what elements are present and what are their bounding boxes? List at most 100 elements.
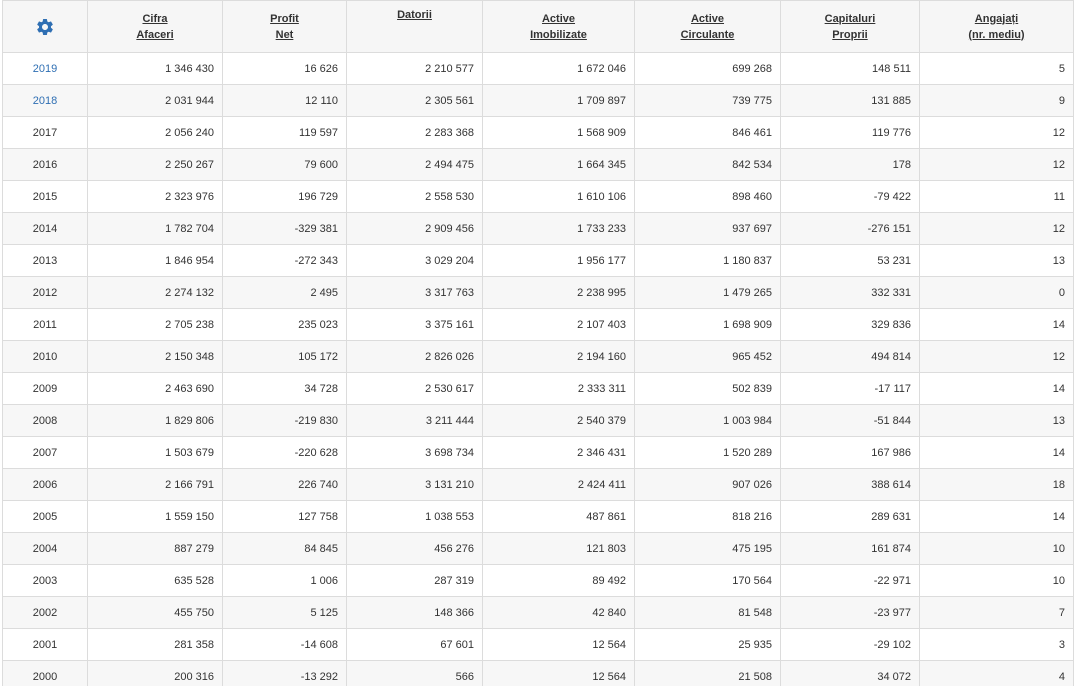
cell-angajati: 12 [919,212,1074,245]
col-header-active-imobilizate[interactable]: Active Imobilizate [482,0,635,53]
table-row: 2002 455 750 5 125 148 366 42 840 81 548 -23 9… [2,596,1074,629]
cell-datorii: 1 038 553 [346,500,483,533]
cell-datorii: 2 909 456 [346,212,483,245]
cell-capitaluri-proprii: 119 776 [780,116,920,149]
cell-active-imobilizate: 2 346 431 [482,436,635,469]
col-header-datorii[interactable]: Datorii [346,0,483,53]
cell-capitaluri-proprii: 34 072 [780,660,920,686]
col-header-line1[interactable]: Active [487,11,630,27]
cell-profit-net: -14 608 [222,628,347,661]
cell-profit-net: 235 023 [222,308,347,341]
col-header-line1[interactable]: Angajați [924,11,1069,27]
cell-active-circulante: 739 775 [634,84,781,117]
cell-cifra-afaceri: 2 250 267 [87,148,223,181]
table-row: 2018 2 031 944 12 110 2 305 561 1 709 897 739… [2,84,1074,117]
cell-datorii: 3 698 734 [346,436,483,469]
col-header-line2[interactable]: Afaceri [92,27,218,43]
cell-active-imobilizate: 2 107 403 [482,308,635,341]
cell-datorii: 3 211 444 [346,404,483,437]
cell-active-imobilizate: 89 492 [482,564,635,597]
cell-datorii: 456 276 [346,532,483,565]
col-header-cifra-afaceri[interactable]: Cifra Afaceri [87,0,223,53]
table-header: Cifra Afaceri Profit Net Datorii Active … [2,0,1074,53]
col-header-line1[interactable]: Active [639,11,776,27]
cell-profit-net: 84 845 [222,532,347,565]
table-row: 2000 200 316 -13 292 566 12 564 21 508 34 072 4 [2,660,1074,686]
table-row: 2017 2 056 240 119 597 2 283 368 1 568 909 84… [2,116,1074,149]
table-row: 2006 2 166 791 226 740 3 131 210 2 424 411 90… [2,468,1074,501]
cell-profit-net: 12 110 [222,84,347,117]
year-link[interactable]: 2019 [2,52,88,85]
cell-angajati: 10 [919,532,1074,565]
col-header-line2[interactable]: Circulante [639,27,776,43]
col-header-active-circulante[interactable]: Active Circulante [634,0,781,53]
year-cell: 2001 [2,628,88,661]
col-header-line1[interactable]: Capitaluri [785,11,915,27]
year-cell: 2016 [2,148,88,181]
col-header-line2[interactable]: Proprii [785,27,915,43]
cell-cifra-afaceri: 455 750 [87,596,223,629]
table-row: 2001 281 358 -14 608 67 601 12 564 25 935 -29 … [2,628,1074,661]
cell-active-circulante: 475 195 [634,532,781,565]
cell-capitaluri-proprii: 53 231 [780,244,920,277]
col-header-line2[interactable]: (nr. mediu) [924,27,1069,43]
cell-active-imobilizate: 121 803 [482,532,635,565]
col-header-line1[interactable]: Cifra [92,11,218,27]
col-header-line2[interactable]: Net [227,27,342,43]
col-header-line1[interactable]: Profit [227,11,342,27]
cell-angajati: 4 [919,660,1074,686]
cell-active-circulante: 502 839 [634,372,781,405]
cell-active-circulante: 842 534 [634,148,781,181]
col-header-profit-net[interactable]: Profit Net [222,0,347,53]
cell-datorii: 2 826 026 [346,340,483,373]
cell-active-imobilizate: 42 840 [482,596,635,629]
cell-cifra-afaceri: 635 528 [87,564,223,597]
cell-capitaluri-proprii: -23 977 [780,596,920,629]
cell-angajati: 12 [919,340,1074,373]
cell-capitaluri-proprii: 167 986 [780,436,920,469]
cell-angajati: 13 [919,244,1074,277]
year-cell: 2010 [2,340,88,373]
cell-angajati: 12 [919,116,1074,149]
cell-profit-net: 79 600 [222,148,347,181]
year-cell: 2006 [2,468,88,501]
cell-active-circulante: 1 520 289 [634,436,781,469]
table-row: 2008 1 829 806 -219 830 3 211 444 2 540 379 1… [2,404,1074,437]
header-row: Cifra Afaceri Profit Net Datorii Active … [2,0,1074,53]
settings-header-cell[interactable] [2,0,88,53]
year-link[interactable]: 2018 [2,84,88,117]
col-header-line2[interactable]: Imobilizate [487,27,630,43]
cell-cifra-afaceri: 1 503 679 [87,436,223,469]
gear-icon[interactable] [35,17,55,37]
cell-active-imobilizate: 2 540 379 [482,404,635,437]
cell-active-circulante: 1 180 837 [634,244,781,277]
cell-capitaluri-proprii: -29 102 [780,628,920,661]
cell-profit-net: -13 292 [222,660,347,686]
cell-active-imobilizate: 1 709 897 [482,84,635,117]
cell-capitaluri-proprii: 332 331 [780,276,920,309]
table-row: 2011 2 705 238 235 023 3 375 161 2 107 403 1 … [2,308,1074,341]
cell-profit-net: 34 728 [222,372,347,405]
cell-active-circulante: 25 935 [634,628,781,661]
cell-capitaluri-proprii: -79 422 [780,180,920,213]
cell-capitaluri-proprii: -17 117 [780,372,920,405]
cell-active-imobilizate: 2 238 995 [482,276,635,309]
cell-cifra-afaceri: 2 323 976 [87,180,223,213]
cell-active-imobilizate: 2 194 160 [482,340,635,373]
cell-active-circulante: 907 026 [634,468,781,501]
financial-table-container: Cifra Afaceri Profit Net Datorii Active … [0,0,1075,686]
cell-capitaluri-proprii: -22 971 [780,564,920,597]
cell-capitaluri-proprii: 289 631 [780,500,920,533]
cell-active-imobilizate: 1 610 106 [482,180,635,213]
year-cell: 2015 [2,180,88,213]
cell-active-circulante: 1 003 984 [634,404,781,437]
cell-angajati: 9 [919,84,1074,117]
col-header-capitaluri-proprii[interactable]: Capitaluri Proprii [780,0,920,53]
col-header-line1[interactable]: Datorii [351,7,478,23]
cell-datorii: 2 210 577 [346,52,483,85]
cell-datorii: 3 375 161 [346,308,483,341]
col-header-angajati[interactable]: Angajați (nr. mediu) [919,0,1074,53]
table-row: 2010 2 150 348 105 172 2 826 026 2 194 160 96… [2,340,1074,373]
cell-capitaluri-proprii: 161 874 [780,532,920,565]
cell-active-circulante: 965 452 [634,340,781,373]
